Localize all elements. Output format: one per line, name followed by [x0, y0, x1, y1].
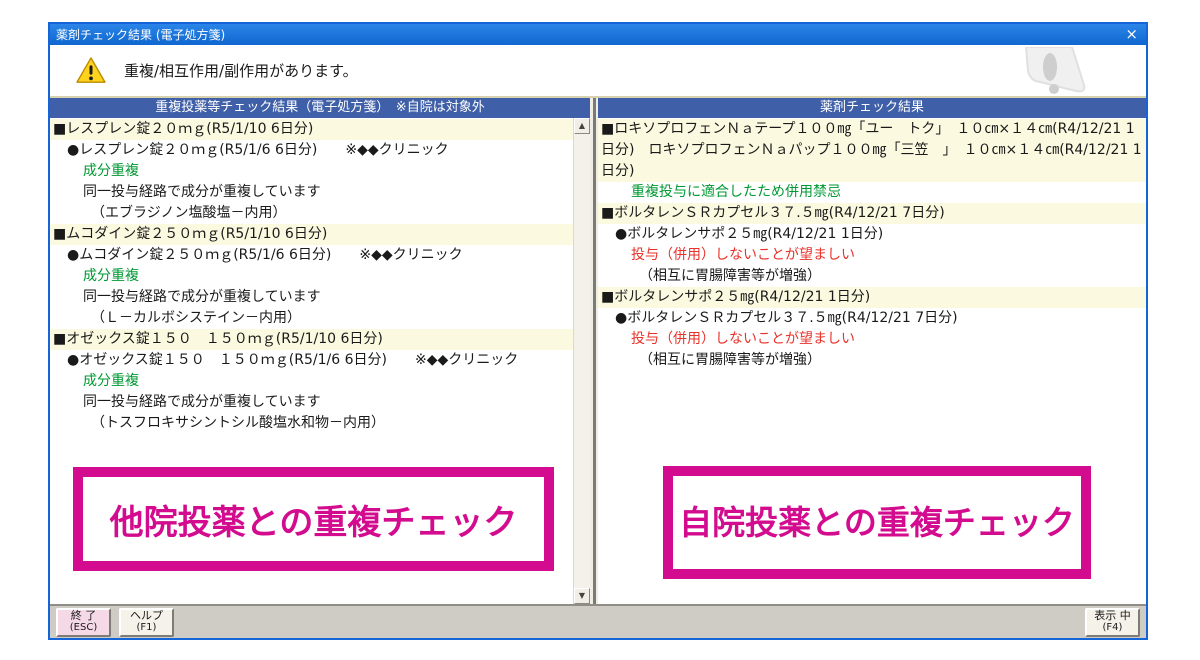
exclamation-watermark-icon [1006, 47, 1094, 96]
annotation-other-hospital-text: 他院投薬との重複チェック [110, 495, 518, 544]
list-row[interactable]: 成分重複 [50, 161, 573, 182]
annotation-other-hospital: 他院投薬との重複チェック [73, 467, 554, 571]
list-row[interactable]: （トスフロキサシントシル酸塩水和物－内用） [50, 413, 573, 434]
exit-button[interactable]: 終 了 (ESC) [56, 608, 111, 637]
close-icon[interactable]: × [1125, 27, 1138, 42]
list-row[interactable]: 同一投与経路で成分が重複しています [50, 392, 573, 413]
list-row[interactable]: 成分重複 [50, 266, 573, 287]
list-row[interactable]: ■オゼックス錠１５０ １５０ｍｇ(R5/1/10 6日分) [50, 329, 573, 350]
left-panel-header: 重複投薬等チェック結果（電子処方箋） ※自院は対象外 [50, 98, 590, 118]
warning-banner: 重複/相互作用/副作用があります。 [50, 45, 1146, 96]
list-row[interactable]: ●ムコダイン錠２５０ｍｇ(R5/1/6 6日分) ※◆◆クリニック [50, 245, 573, 266]
list-row[interactable]: ●オゼックス錠１５０ １５０ｍｇ(R5/1/6 6日分) ※◆◆クリニック [50, 350, 573, 371]
list-row[interactable]: 重複投与に適合したため併用禁忌 [598, 182, 1146, 203]
display-toggle-key: (F4) [1103, 622, 1123, 634]
warning-message: 重複/相互作用/副作用があります。 [124, 60, 358, 81]
list-row[interactable]: ■レスプレン錠２０ｍｇ(R5/1/10 6日分) [50, 119, 573, 140]
dialog-titlebar[interactable]: 薬剤チェック結果 (電子処方箋) × [50, 24, 1146, 45]
scroll-up-icon[interactable]: ▲ [574, 118, 590, 134]
warning-triangle-icon [76, 57, 106, 84]
annotation-own-hospital: 自院投薬との重複チェック [663, 466, 1091, 579]
dialog-title: 薬剤チェック結果 (電子処方箋) [56, 26, 225, 43]
annotation-own-hospital-text: 自院投薬との重複チェック [679, 502, 1075, 543]
screenshot-canvas: 薬剤チェック結果 (電子処方箋) × 重複/相互作用/副作用があります。 [0, 0, 1200, 660]
exit-button-key: (ESC) [70, 622, 97, 634]
list-row[interactable]: （Ｌ－カルボシステイン－内用） [50, 308, 573, 329]
footer-bar: 終 了 (ESC) ヘルプ (F1) 表示 中 (F4) [50, 604, 1146, 638]
list-row[interactable]: 同一投与経路で成分が重複しています [50, 287, 573, 308]
panel-divider [590, 98, 598, 604]
list-row[interactable]: 成分重複 [50, 371, 573, 392]
list-row[interactable]: ■ボルタレンＳＲカプセル３７.５㎎(R4/12/21 7日分) [598, 203, 1146, 224]
left-panel-scrollbar[interactable]: ▲ ▼ [573, 118, 590, 604]
display-toggle-button[interactable]: 表示 中 (F4) [1085, 608, 1140, 637]
right-panel-header: 薬剤チェック結果 [598, 98, 1146, 118]
list-row[interactable]: ■ムコダイン錠２５０ｍｇ(R5/1/10 6日分) [50, 224, 573, 245]
list-row[interactable]: 同一投与経路で成分が重複しています [50, 182, 573, 203]
scroll-down-icon[interactable]: ▼ [574, 588, 590, 604]
help-button-label: ヘルプ [130, 610, 163, 622]
list-row[interactable]: 投与（併用）しないことが望ましい [598, 329, 1146, 350]
exit-button-label: 終 了 [71, 610, 97, 622]
list-row[interactable]: ■ロキソプロフェンＮａテープ１００㎎「ユー トク」 １０㎝×１４㎝(R4/12/… [598, 119, 1146, 182]
help-button-key: (F1) [137, 622, 157, 634]
display-toggle-label: 表示 中 [1094, 610, 1131, 622]
list-row[interactable]: （エブラジノン塩酸塩－内用） [50, 203, 573, 224]
list-row[interactable]: ●レスプレン錠２０ｍｇ(R5/1/6 6日分) ※◆◆クリニック [50, 140, 573, 161]
list-row[interactable]: ●ボルタレンＳＲカプセル３７.５㎎(R4/12/21 7日分) [598, 308, 1146, 329]
list-row[interactable]: （相互に胃腸障害等が増強） [598, 266, 1146, 287]
list-row[interactable]: 投与（併用）しないことが望ましい [598, 245, 1146, 266]
help-button[interactable]: ヘルプ (F1) [119, 608, 174, 637]
list-row[interactable]: （相互に胃腸障害等が増強） [598, 350, 1146, 371]
list-row[interactable]: ●ボルタレンサポ２５㎎(R4/12/21 1日分) [598, 224, 1146, 245]
list-row[interactable]: ■ボルタレンサポ２５㎎(R4/12/21 1日分) [598, 287, 1146, 308]
